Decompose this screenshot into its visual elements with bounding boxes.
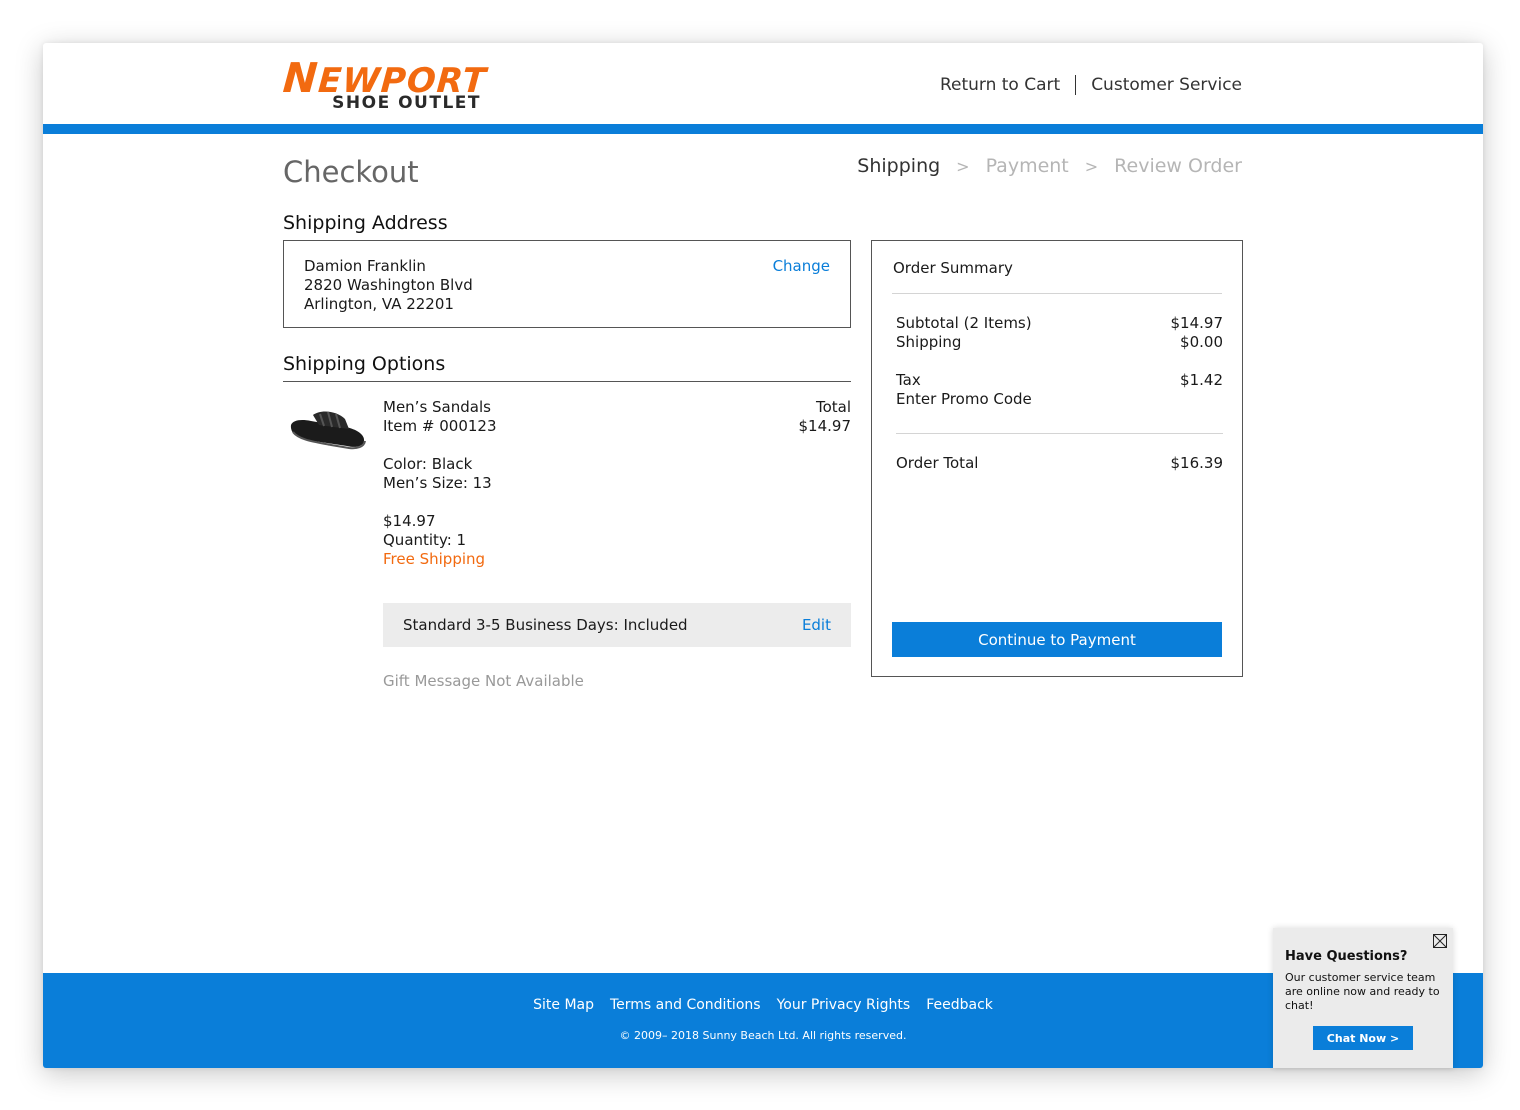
close-icon[interactable] <box>1433 934 1447 948</box>
shipping-address-heading: Shipping Address <box>283 212 448 234</box>
gift-message-note: Gift Message Not Available <box>383 672 584 690</box>
chevron-right-icon: > <box>1084 156 1099 176</box>
order-total-label: Order Total <box>896 454 979 472</box>
item-number: Item # 000123 <box>383 417 497 435</box>
item-details: Men’s Sandals Item # 000123 Color: Black… <box>383 398 497 569</box>
shipping-method-label: Standard 3-5 Business Days: Included <box>403 616 688 634</box>
site-header: NEWPORT SHOE OUTLET Return to Cart Custo… <box>43 43 1483 125</box>
shipping-method-row: Standard 3-5 Business Days: Included Edi… <box>383 603 851 647</box>
shipping-options-heading: Shipping Options <box>283 353 446 375</box>
order-summary-panel: Order Summary Subtotal (2 Items) $14.97 … <box>871 240 1243 677</box>
header-accent-bar <box>43 124 1483 134</box>
logo[interactable]: NEWPORT SHOE OUTLET <box>281 54 488 115</box>
continue-to-payment-button[interactable]: Continue to Payment <box>892 622 1222 657</box>
subtotal-value: $14.97 <box>1170 314 1224 332</box>
chat-body: Our customer service team are online now… <box>1285 971 1440 1012</box>
order-total-row: Order Total $16.39 <box>896 454 1223 473</box>
return-to-cart-link[interactable]: Return to Cart <box>940 75 1060 95</box>
step-shipping[interactable]: Shipping <box>857 155 940 177</box>
subtotal-row: Subtotal (2 Items) $14.97 <box>896 314 1223 333</box>
chat-widget: Have Questions? Our customer service tea… <box>1273 928 1453 1068</box>
footer-link-feedback[interactable]: Feedback <box>926 997 993 1013</box>
footer-link-terms[interactable]: Terms and Conditions <box>610 997 761 1013</box>
footer-link-privacy[interactable]: Your Privacy Rights <box>777 997 911 1013</box>
tax-label: Tax <box>896 371 921 389</box>
item-total: Total $14.97 <box>743 398 852 436</box>
order-summary-title: Order Summary <box>893 259 1013 277</box>
item-price: $14.97 <box>383 512 436 530</box>
site-footer: Site Map Terms and Conditions Your Priva… <box>43 973 1483 1068</box>
address-name: Damion Franklin <box>304 257 426 275</box>
copyright-text: © 2009– 2018 Sunny Beach Ltd. All rights… <box>619 1029 907 1042</box>
shipping-cost-value: $0.00 <box>1180 333 1223 351</box>
shipping-address-box: Damion Franklin 2820 Washington Blvd Arl… <box>283 240 851 328</box>
promo-code-row: Enter Promo Code <box>896 390 1223 409</box>
footer-links: Site Map Terms and Conditions Your Priva… <box>43 997 1483 1013</box>
address-street: 2820 Washington Blvd <box>304 276 473 294</box>
item-size: Men’s Size: 13 <box>383 474 492 492</box>
chat-title: Have Questions? <box>1285 949 1408 964</box>
chevron-right-icon: > <box>956 156 970 176</box>
item-color: Color: Black <box>383 455 473 473</box>
logo-tagline: SHOE OUTLET <box>332 93 481 113</box>
item-quantity: Quantity: 1 <box>383 531 467 549</box>
page-title: Checkout <box>283 155 419 189</box>
step-review-order[interactable]: Review Order <box>1114 155 1242 177</box>
shipping-cost-row: Shipping $0.00 <box>896 333 1223 352</box>
step-payment[interactable]: Payment <box>986 155 1069 177</box>
address-city: Arlington, VA 22201 <box>304 295 454 313</box>
customer-service-link[interactable]: Customer Service <box>1091 75 1242 95</box>
tax-row: Tax $1.42 <box>896 371 1223 390</box>
checkout-steps: Shipping > Payment > Review Order <box>857 155 1242 177</box>
browser-frame: NEWPORT SHOE OUTLET Return to Cart Custo… <box>43 43 1483 1068</box>
edit-shipping-method-link[interactable]: Edit <box>802 616 831 634</box>
change-address-link[interactable]: Change <box>773 257 830 276</box>
divider <box>896 433 1223 434</box>
order-total-value: $16.39 <box>1170 454 1224 472</box>
free-shipping-label: Free Shipping <box>383 550 486 568</box>
item-total-label: Total <box>815 398 851 416</box>
header-links: Return to Cart Customer Service <box>940 75 1242 95</box>
shipping-cost-label: Shipping <box>896 333 962 351</box>
divider <box>892 293 1222 294</box>
chat-now-button[interactable]: Chat Now > <box>1313 1026 1413 1050</box>
subtotal-label: Subtotal (2 Items) <box>896 314 1032 332</box>
sandal-product-image <box>290 411 366 450</box>
footer-link-site-map[interactable]: Site Map <box>533 997 594 1013</box>
item-name[interactable]: Men’s Sandals <box>383 398 497 417</box>
promo-code-link[interactable]: Enter Promo Code <box>896 390 1032 409</box>
tax-value: $1.42 <box>1180 371 1223 389</box>
divider <box>283 381 851 382</box>
header-link-divider <box>1075 75 1077 95</box>
item-total-value: $14.97 <box>798 417 852 435</box>
